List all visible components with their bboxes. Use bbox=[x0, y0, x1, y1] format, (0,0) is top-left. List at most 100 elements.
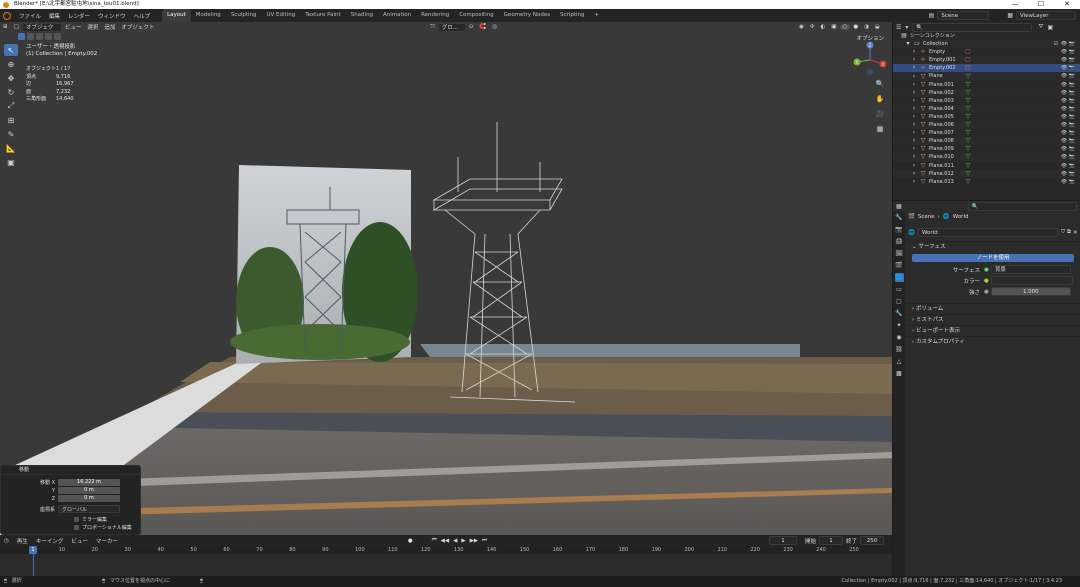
eye-icon[interactable]: 👁 bbox=[1060, 105, 1068, 113]
tab-texture-paint[interactable]: Texture Paint bbox=[300, 9, 346, 22]
transform-orientation-selector[interactable]: グロ... bbox=[437, 22, 466, 32]
xray-icon[interactable]: ▣ bbox=[828, 24, 839, 30]
output-tab-icon[interactable]: 🖨 bbox=[895, 237, 904, 246]
viewlayer-selector[interactable]: ViewLayer bbox=[1016, 11, 1076, 20]
surface-section-header[interactable]: ⌄ サーフェス bbox=[906, 241, 1080, 252]
eye-icon[interactable]: 👁 bbox=[1060, 137, 1068, 145]
expand-arrow-icon[interactable]: › bbox=[911, 49, 917, 55]
camera-view-icon[interactable]: 🎥 bbox=[874, 110, 886, 122]
texture-tab-icon[interactable]: ▩ bbox=[895, 369, 904, 378]
expand-arrow-icon[interactable]: › bbox=[911, 138, 917, 144]
mesh-data-icon[interactable]: ▽ bbox=[965, 154, 971, 160]
copy-datablock-icon[interactable]: ⧉ bbox=[1067, 229, 1071, 236]
current-frame-field[interactable]: 1 bbox=[769, 536, 797, 545]
tab-shading[interactable]: Shading bbox=[346, 9, 378, 22]
select-extend-icon[interactable] bbox=[27, 33, 34, 40]
outliner-item[interactable]: › ▽ Plane.012 ▽ 👁 📷 bbox=[893, 169, 1080, 178]
current-frame-marker[interactable]: 1 bbox=[29, 546, 37, 554]
camera-icon[interactable]: 📷 bbox=[1068, 89, 1076, 97]
collection-tab-icon[interactable]: ▭ bbox=[895, 285, 904, 294]
menu-file[interactable]: ファイル bbox=[15, 12, 45, 20]
tab-layout[interactable]: Layout bbox=[162, 9, 191, 22]
tab-uv-editing[interactable]: UV Editing bbox=[262, 9, 301, 22]
outliner-item[interactable]: › ▽ Plane.010 ▽ 👁 📷 bbox=[893, 153, 1080, 162]
menu-object[interactable]: オブジェクト bbox=[118, 23, 157, 31]
expand-arrow-icon[interactable]: › bbox=[911, 146, 917, 152]
outliner-search-input[interactable]: 🔍 bbox=[912, 22, 1033, 32]
measure-tool-icon[interactable]: 📐 bbox=[4, 142, 18, 154]
shading-material-icon[interactable]: ◑ bbox=[861, 24, 872, 30]
snap-icon[interactable]: 🧲 bbox=[476, 24, 489, 30]
camera-icon[interactable]: 📷 bbox=[1068, 153, 1076, 161]
expand-arrow-icon[interactable]: › bbox=[911, 122, 917, 128]
unlink-icon[interactable]: ✕ bbox=[1073, 230, 1078, 236]
mesh-data-icon[interactable]: ▽ bbox=[965, 105, 971, 112]
scene-collection-row[interactable]: ▤ シーンコレクション bbox=[893, 32, 1080, 40]
mesh-data-icon[interactable]: ▽ bbox=[965, 89, 971, 96]
annotate-tool-icon[interactable]: ✎ bbox=[4, 128, 18, 140]
menu-timeline-view[interactable]: ビュー bbox=[67, 537, 92, 545]
last-operator-panel[interactable]: 移動 移動 X 16.222 m Y 0 m Z 0 m 座標系 グローバル ミ… bbox=[0, 465, 141, 535]
camera-icon[interactable]: 📷 bbox=[1068, 129, 1076, 137]
select-subtract-icon[interactable] bbox=[36, 33, 43, 40]
visibility-icon[interactable]: ◉ bbox=[796, 24, 807, 30]
overlay-toggle-icon[interactable]: ◐ bbox=[817, 24, 828, 30]
eye-icon[interactable]: 👁 bbox=[1060, 178, 1068, 186]
expand-arrow-icon[interactable]: › bbox=[911, 170, 917, 177]
reference-photo-plane[interactable] bbox=[230, 165, 418, 364]
cursor-tool-icon[interactable]: ⊕ bbox=[4, 58, 18, 70]
expand-arrow-icon[interactable]: › bbox=[911, 178, 917, 185]
tab-modeling[interactable]: Modeling bbox=[191, 9, 226, 22]
eye-icon[interactable]: 👁 bbox=[1060, 64, 1068, 72]
properties-search-input[interactable]: 🔍 bbox=[967, 201, 1077, 211]
play-icon[interactable]: ▶ bbox=[459, 538, 467, 544]
outliner-item[interactable]: › ▽ Plane.001 ▽ 👁 📷 bbox=[893, 81, 1080, 89]
mesh-data-icon[interactable]: ▽ bbox=[965, 81, 971, 88]
custom-props-section-header[interactable]: › カスタムプロパティ bbox=[906, 336, 1080, 347]
physics-tab-icon[interactable]: ◉ bbox=[895, 333, 904, 342]
outliner-item[interactable]: › ▽ Plane.005 ▽ 👁 📷 bbox=[893, 113, 1080, 121]
camera-icon[interactable]: 📷 bbox=[1068, 113, 1076, 121]
outliner-item[interactable]: › ▽ Plane.009 ▽ 👁 📷 bbox=[893, 145, 1080, 153]
camera-icon[interactable]: 📷 bbox=[1068, 137, 1076, 145]
select-intersect-icon[interactable] bbox=[54, 33, 61, 40]
outliner-item[interactable]: › ▽ Plane.006 ▽ 👁 📷 bbox=[893, 121, 1080, 130]
eye-icon[interactable]: 👁 bbox=[1060, 97, 1068, 105]
shading-wire-icon[interactable]: ○ bbox=[839, 24, 851, 30]
timeline-area[interactable]: 1 10 20 30 40 50 60 70 80 90 100 110 120 130 140 150 16… bbox=[0, 546, 892, 576]
menu-edit[interactable]: 編集 bbox=[45, 12, 64, 20]
expand-arrow-icon[interactable]: › bbox=[911, 105, 917, 112]
record-icon[interactable]: ● bbox=[405, 538, 416, 544]
mesh-data-icon[interactable]: ▽ bbox=[965, 130, 971, 136]
select-new-icon[interactable] bbox=[18, 33, 25, 40]
view-layer-tab-icon[interactable]: 🖼 bbox=[895, 249, 904, 258]
zoom-icon[interactable]: 🔍 bbox=[874, 80, 886, 92]
pivot-icon[interactable]: ⊙ bbox=[466, 24, 477, 30]
scene-tab-icon[interactable]: 🎬 bbox=[895, 261, 904, 270]
outliner-item[interactable]: › ▽ Plane ▽ 👁 📷 bbox=[893, 72, 1080, 81]
editor-type-icon[interactable]: ⊞ bbox=[0, 24, 11, 30]
select-tool-icon[interactable]: ↖ bbox=[4, 44, 18, 56]
outliner-editor-icon[interactable]: ☰ bbox=[896, 24, 901, 31]
mesh-data-icon[interactable]: ▽ bbox=[965, 138, 971, 144]
outliner-item[interactable]: › ⊹ Empty ▢ 👁 📷 bbox=[893, 48, 1080, 56]
move-y-field[interactable]: 0 m bbox=[58, 487, 120, 494]
eye-icon[interactable]: 👁 bbox=[1060, 81, 1068, 89]
mesh-data-icon[interactable]: ▽ bbox=[965, 162, 971, 169]
object-tab-icon[interactable]: ▢ bbox=[895, 297, 904, 306]
outliner-item[interactable]: › ⊹ Empty.002 ▢ 👁 📷 bbox=[893, 64, 1080, 73]
tab-sculpting[interactable]: Sculpting bbox=[226, 9, 262, 22]
eye-icon[interactable]: 👁 bbox=[1060, 48, 1068, 56]
scale-tool-icon[interactable]: ⤢ bbox=[4, 100, 18, 112]
eye-icon[interactable]: 👁 bbox=[1060, 56, 1068, 64]
add-cube-tool-icon[interactable]: ▣ bbox=[4, 156, 18, 168]
jump-start-icon[interactable]: ⏮ bbox=[430, 537, 439, 544]
expand-arrow-icon[interactable]: › bbox=[911, 162, 917, 169]
eye-icon[interactable]: 👁 bbox=[1060, 145, 1068, 153]
menu-select[interactable]: 選択 bbox=[84, 23, 101, 31]
mist-section-header[interactable]: › ミストパス bbox=[906, 314, 1080, 325]
constraint-data-icon[interactable]: ▢ bbox=[965, 49, 971, 55]
constraints-tab-icon[interactable]: ⛓ bbox=[895, 345, 904, 354]
move-x-field[interactable]: 16.222 m bbox=[58, 479, 120, 486]
render-tab-icon[interactable]: 📷 bbox=[895, 225, 904, 234]
